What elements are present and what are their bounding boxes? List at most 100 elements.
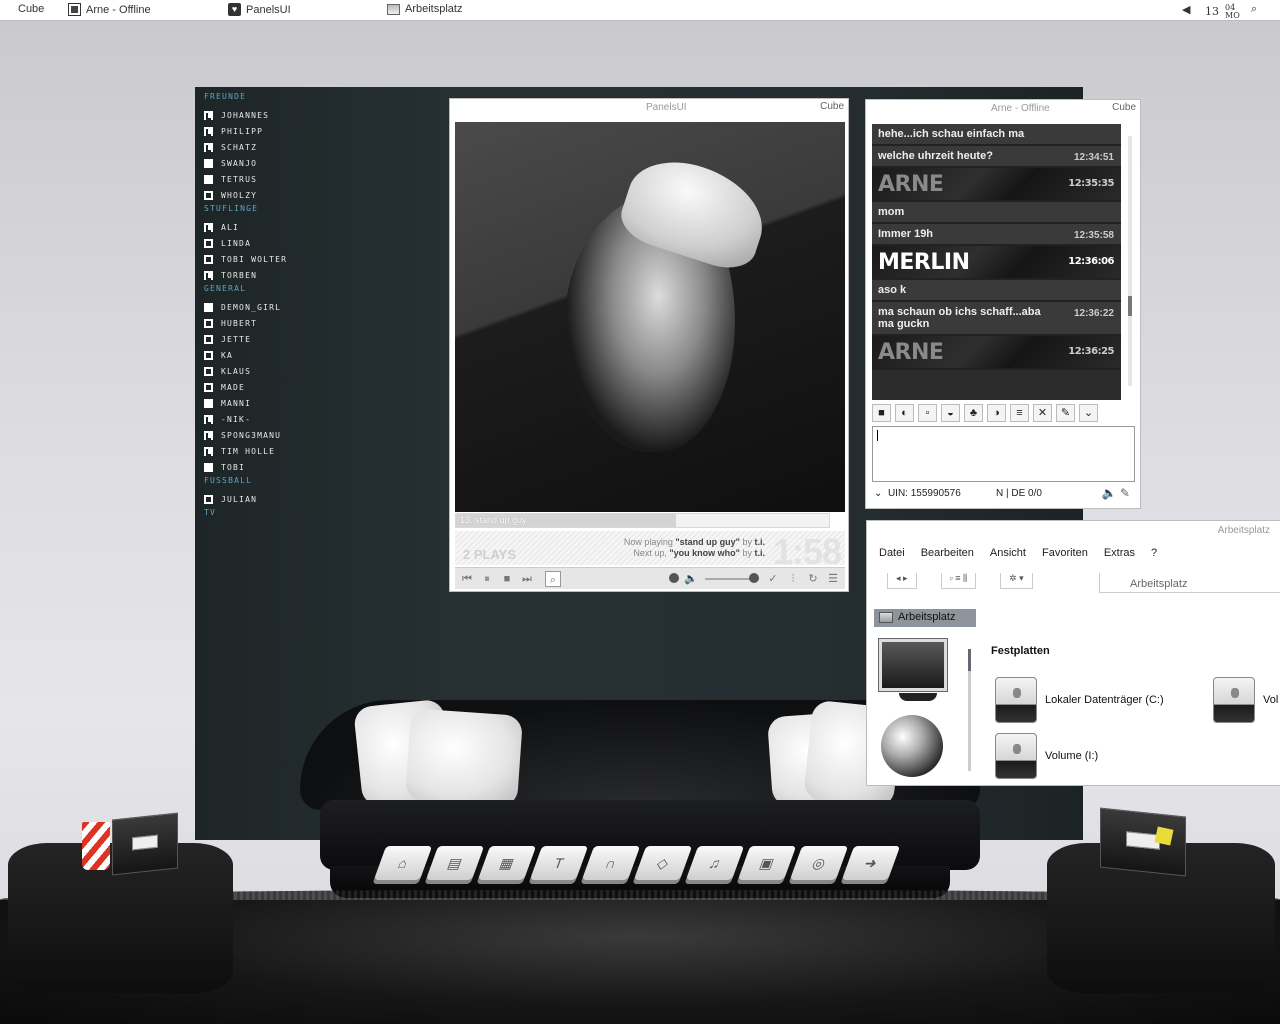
search-icon[interactable]: ⌕ bbox=[545, 571, 561, 587]
drive-label: Volume (I:) bbox=[1045, 750, 1099, 762]
camera-icon[interactable]: ▣ bbox=[737, 846, 797, 880]
hard-drive-icon bbox=[1213, 677, 1255, 723]
taskbar-item-player[interactable]: ♥ PanelsUI bbox=[228, 3, 291, 16]
splitter[interactable] bbox=[968, 649, 971, 771]
contact-item[interactable]: TETRUS bbox=[204, 171, 404, 187]
menu-item[interactable]: ? bbox=[1151, 547, 1157, 559]
home-icon[interactable]: ⌂ bbox=[373, 846, 433, 880]
volume-slider[interactable] bbox=[705, 578, 755, 580]
view-button[interactable]: ▫ ≡ ⫼ bbox=[940, 573, 977, 589]
storage-box-icon[interactable] bbox=[112, 812, 178, 876]
pause-icon[interactable]: ⏸ bbox=[479, 571, 495, 587]
menu-item[interactable]: Favoriten bbox=[1042, 547, 1088, 559]
contact-item[interactable]: -NIK- bbox=[204, 411, 404, 427]
taskbar-item-chat[interactable]: Arne - Offline bbox=[68, 3, 151, 16]
arrow-icon[interactable]: ➜ bbox=[841, 846, 901, 880]
contact-item[interactable]: DEMON_GIRL bbox=[204, 299, 404, 315]
music-icon[interactable]: ♫ bbox=[685, 846, 745, 880]
contact-item[interactable]: JETTE bbox=[204, 331, 404, 347]
contact-item[interactable]: ALI bbox=[204, 219, 404, 235]
next-icon[interactable]: ⏭ bbox=[519, 571, 535, 587]
hard-drive-icon bbox=[995, 733, 1037, 779]
send-icon[interactable]: 🔈 ✎ bbox=[1102, 486, 1130, 500]
repeat-icon[interactable]: ↻ bbox=[805, 571, 821, 587]
group-header[interactable]: TV bbox=[204, 507, 404, 523]
contact-item[interactable]: SWANJO bbox=[204, 155, 404, 171]
taskbar-item-explorer[interactable]: Arbeitsplatz bbox=[387, 3, 462, 15]
monitor-icon[interactable] bbox=[879, 639, 947, 691]
cube-button[interactable]: Cube bbox=[1112, 102, 1136, 113]
group-header[interactable]: GENERAL bbox=[204, 283, 404, 299]
cube-menu-button[interactable]: Cube bbox=[18, 3, 44, 15]
contact-item[interactable]: MADE bbox=[204, 379, 404, 395]
contact-item[interactable]: HUBERT bbox=[204, 315, 404, 331]
pen-icon[interactable]: ✎ bbox=[1056, 404, 1075, 422]
grid-icon[interactable]: ▦ bbox=[477, 846, 537, 880]
globe-icon[interactable] bbox=[881, 715, 943, 777]
half-circle-icon[interactable]: ◒ bbox=[941, 404, 960, 422]
news-icon[interactable]: ▤ bbox=[425, 846, 485, 880]
tray-arrow-icon[interactable]: ◀ bbox=[1182, 3, 1190, 16]
playlist-icon[interactable]: ☰ bbox=[825, 571, 841, 587]
menu-item[interactable]: Ansicht bbox=[990, 547, 1026, 559]
scrollbar[interactable] bbox=[1128, 136, 1132, 386]
address-bar[interactable]: Arbeitsplatz bbox=[1099, 573, 1280, 593]
search-icon[interactable]: ⌕ bbox=[1251, 3, 1257, 16]
disc-icon[interactable]: ◎ bbox=[789, 846, 849, 880]
contact-item[interactable]: PHILIPP bbox=[204, 123, 404, 139]
contact-item[interactable]: SPONG3MANU bbox=[204, 427, 404, 443]
contact-item[interactable]: TOBI WOLTER bbox=[204, 251, 404, 267]
stop-icon[interactable]: ■ bbox=[499, 571, 515, 587]
contact-item[interactable]: TORBEN bbox=[204, 267, 404, 283]
contact-item[interactable]: KA bbox=[204, 347, 404, 363]
menu-bar: Datei Bearbeiten Ansicht Favoriten Extras? bbox=[879, 547, 1157, 559]
contrast-icon[interactable]: ◑ bbox=[987, 404, 1006, 422]
contact-item[interactable]: TIM HOLLE bbox=[204, 443, 404, 459]
club-icon[interactable]: ♣ bbox=[964, 404, 983, 422]
scroll-thumb[interactable] bbox=[1128, 296, 1132, 316]
storage-box-icon[interactable] bbox=[1100, 807, 1186, 877]
volume-icon[interactable]: 🔈 bbox=[683, 571, 699, 587]
balance-knob[interactable] bbox=[669, 573, 679, 583]
chevron-down-icon[interactable]: ⌄ bbox=[1079, 404, 1098, 422]
message-text: hehe...ich schau einfach ma bbox=[878, 128, 1025, 140]
previous-icon[interactable]: ⏮ bbox=[459, 571, 475, 587]
color-icon[interactable]: ■ bbox=[872, 404, 891, 422]
group-header[interactable]: FREUNDE bbox=[204, 91, 404, 107]
contact-item[interactable]: SCHATZ bbox=[204, 139, 404, 155]
contact-item[interactable]: TOBI bbox=[204, 459, 404, 475]
cup-icon bbox=[82, 822, 110, 870]
menu-item[interactable]: Datei bbox=[879, 547, 905, 559]
contact-item[interactable]: WHOLZY bbox=[204, 187, 404, 203]
menu-icon[interactable]: ≡ bbox=[1010, 404, 1029, 422]
drive-item[interactable]: Lokaler Datenträger (C:) bbox=[995, 677, 1164, 723]
contact-item[interactable]: KLAUS bbox=[204, 363, 404, 379]
drive-item[interactable]: Vol bbox=[1213, 677, 1278, 723]
settings-button[interactable]: ✲ ▾ bbox=[1000, 573, 1033, 589]
tag-icon[interactable]: ◇ bbox=[633, 846, 693, 880]
message-input[interactable] bbox=[872, 426, 1135, 482]
contact-item[interactable]: LINDA bbox=[204, 235, 404, 251]
seek-bar[interactable]: 13. stand up guy bbox=[455, 513, 830, 528]
contact-item[interactable]: JULIAN bbox=[204, 491, 404, 507]
check-icon[interactable]: ✓ bbox=[765, 571, 781, 587]
breadcrumb[interactable]: Arbeitsplatz bbox=[874, 609, 976, 627]
menu-item[interactable]: Bearbeiten bbox=[921, 547, 974, 559]
menu-item[interactable]: Extras bbox=[1104, 547, 1135, 559]
cube-button[interactable]: Cube bbox=[820, 101, 844, 112]
contact-item[interactable]: MANNI bbox=[204, 395, 404, 411]
next-up-artist: t.i. bbox=[754, 548, 766, 558]
contact-item[interactable]: JOHANNES bbox=[204, 107, 404, 123]
emoticon-icon[interactable]: ◐ bbox=[895, 404, 914, 422]
drive-item[interactable]: Volume (I:) bbox=[995, 733, 1098, 779]
close-icon[interactable]: ✕ bbox=[1033, 404, 1052, 422]
group-header[interactable]: STUFLINGE bbox=[204, 203, 404, 219]
group-header[interactable]: FUSSBALL bbox=[204, 475, 404, 491]
small-square-icon[interactable]: ▫ bbox=[918, 404, 937, 422]
volume-knob[interactable] bbox=[749, 573, 759, 583]
equalizer-icon[interactable]: ⫶ bbox=[785, 571, 801, 587]
message-history[interactable]: hehe...ich schau einfach ma welche uhrzei… bbox=[872, 124, 1121, 400]
headphones-icon[interactable]: ∩ bbox=[581, 846, 641, 880]
text-icon[interactable]: T bbox=[529, 846, 589, 880]
back-forward-button[interactable]: ◂ ▸ bbox=[887, 573, 917, 589]
